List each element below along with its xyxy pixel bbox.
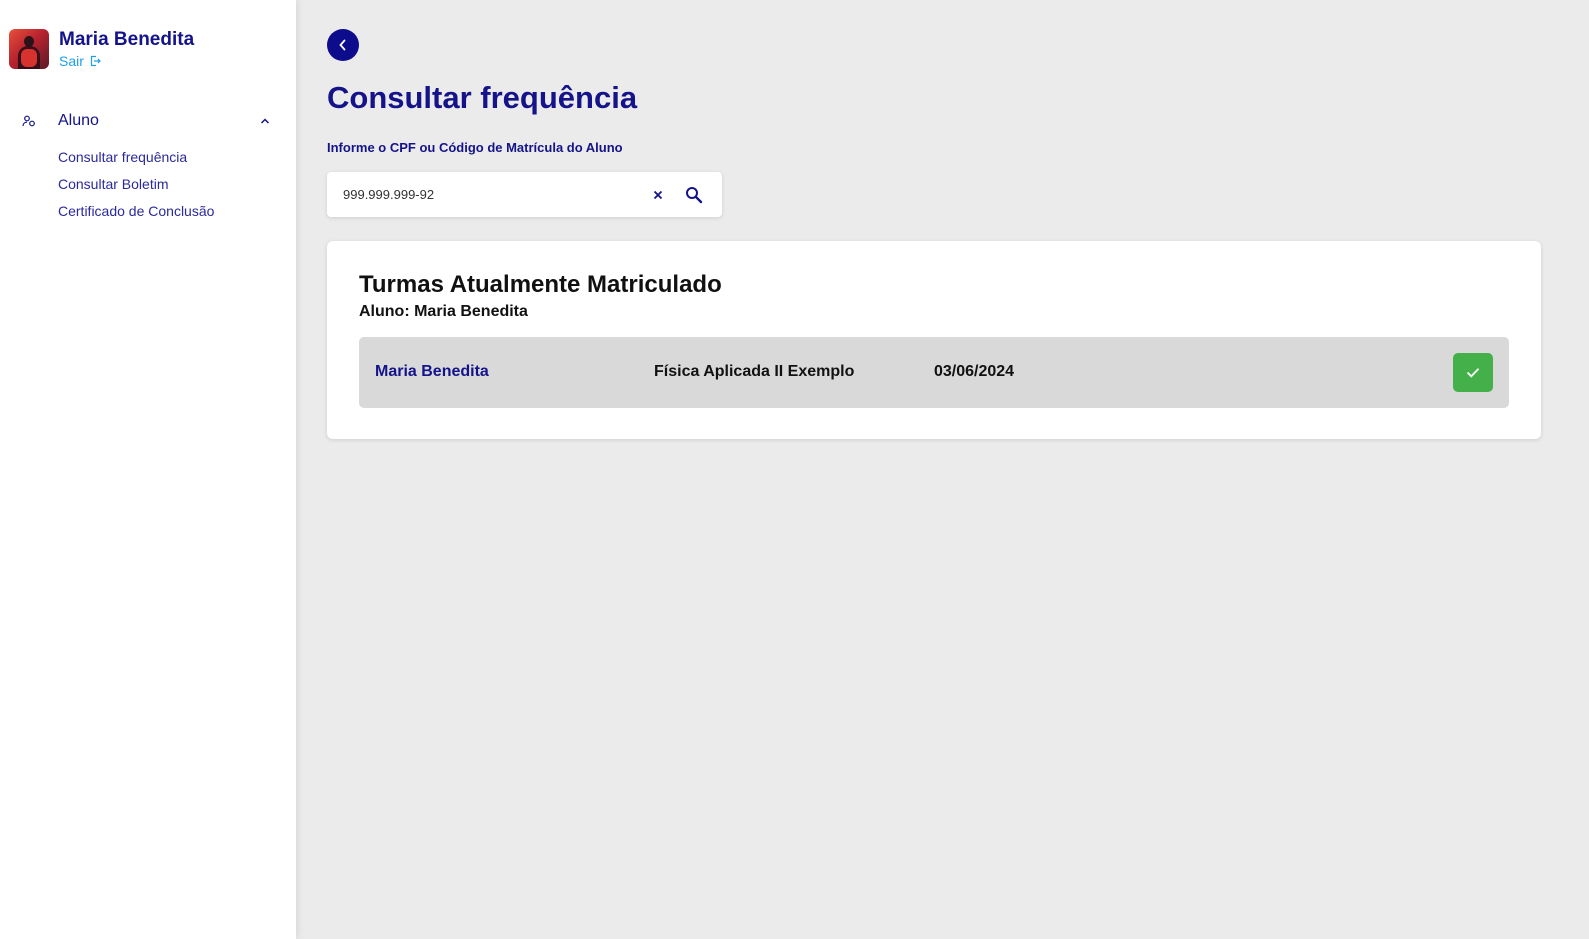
card-subtitle: Aluno: Maria Benedita [359,303,528,320]
search-icon [686,186,703,203]
sidebar: Maria Benedita Sair Aluno Consultar freq… [0,0,296,939]
nav-submenu: Consultar frequência Consultar Boletim C… [58,144,276,225]
confirm-button[interactable] [1453,353,1493,392]
avatar [9,29,49,69]
nav-group-header[interactable]: Aluno [20,111,276,131]
card-title: Turmas Atualmente Matriculado [359,271,722,298]
logout-label: Sair [59,53,84,69]
table-row: Maria Benedita Física Aplicada II Exempl… [359,337,1509,408]
sidebar-item-consultar-frequencia[interactable]: Consultar frequência [58,144,276,171]
search-button[interactable] [684,185,704,205]
user-name: Maria Benedita [59,29,195,50]
back-button[interactable] [327,29,359,61]
search-input[interactable] [343,172,650,217]
nav-group-aluno: Aluno Consultar frequência Consultar Bol… [20,111,276,225]
sidebar-item-consultar-boletim[interactable]: Consultar Boletim [58,171,276,198]
search-field [327,172,722,217]
main-content: Consultar frequência Informe o CPF ou Có… [296,0,1589,939]
enrolled-classes-card: Turmas Atualmente Matriculado Aluno: Mar… [327,241,1541,439]
logout-link[interactable]: Sair [59,53,194,69]
search-label: Informe o CPF ou Código de Matrícula do … [327,140,623,155]
chevron-left-icon [339,39,346,51]
clear-button[interactable] [650,187,666,203]
sidebar-item-certificado-conclusao[interactable]: Certificado de Conclusão [58,198,276,225]
user-profile: Maria Benedita Sair [9,29,194,69]
row-date: 03/06/2024 [934,363,1015,380]
check-icon [1466,368,1480,378]
close-icon [653,190,663,199]
app-root: Maria Benedita Sair Aluno Consultar freq… [0,0,1589,939]
chevron-up-icon[interactable] [259,115,271,127]
page-title: Consultar frequência [327,80,638,115]
logout-icon [90,55,101,67]
row-course: Física Aplicada II Exemplo [654,363,855,380]
users-icon [20,112,38,130]
nav-group-label: Aluno [58,112,99,129]
profile-text: Maria Benedita Sair [59,29,194,69]
row-student-name: Maria Benedita [375,363,489,380]
